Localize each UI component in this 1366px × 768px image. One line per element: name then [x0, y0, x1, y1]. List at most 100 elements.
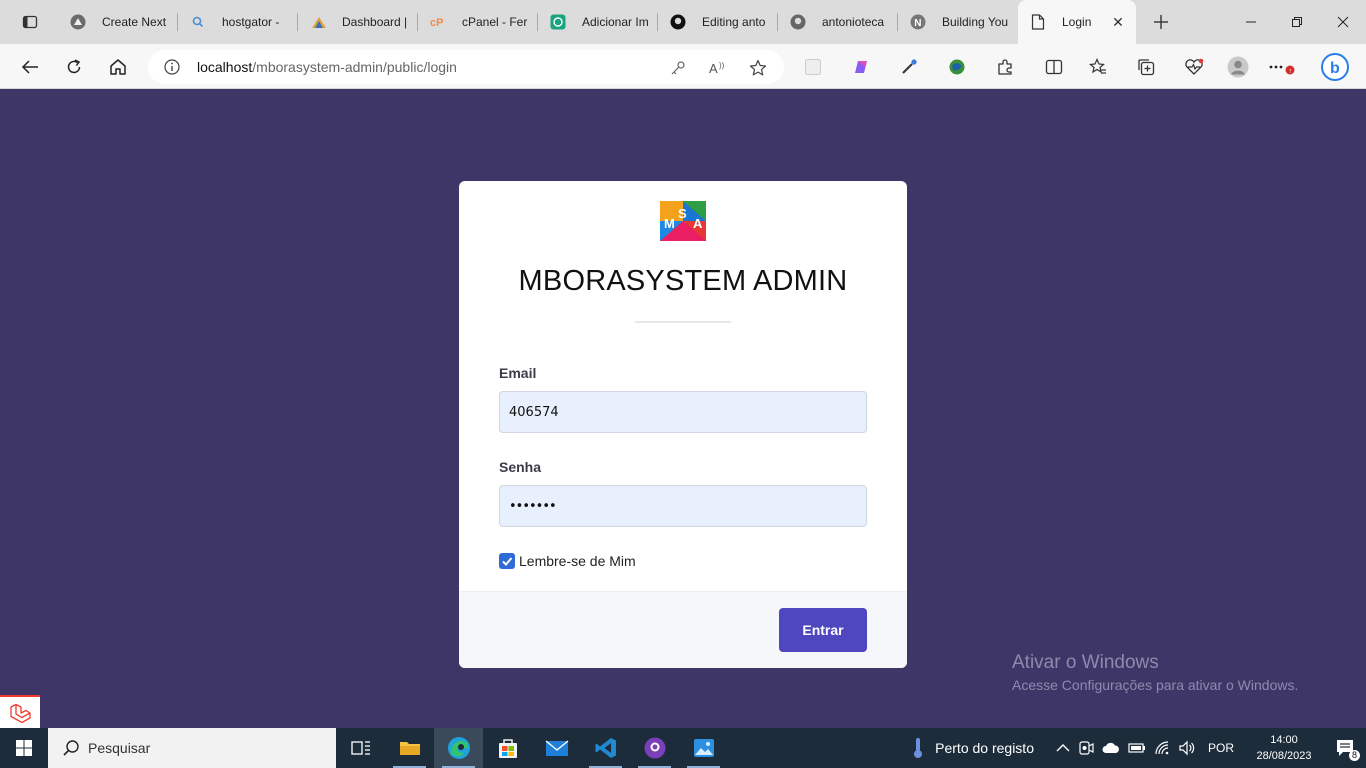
read-aloud-button[interactable]: A))	[706, 58, 730, 78]
restore-icon	[1292, 17, 1302, 27]
login-title: MBORASYSTEM ADMIN	[518, 265, 848, 297]
bing-icon: b	[1321, 53, 1349, 81]
mail-button[interactable]	[532, 728, 581, 768]
svg-text:)): ))	[719, 61, 725, 70]
svg-text:b: b	[1330, 60, 1340, 77]
tab-building[interactable]: N Building You	[898, 0, 1018, 44]
logo-letter-m: M	[664, 216, 675, 231]
clock[interactable]: 14:00 28/08/2023	[1248, 732, 1320, 764]
task-view-button[interactable]	[336, 728, 385, 768]
restore-button[interactable]	[1274, 0, 1320, 44]
tab-actions-button[interactable]	[8, 8, 52, 36]
input-language[interactable]: POR	[1208, 741, 1234, 755]
svg-text:N: N	[914, 18, 921, 29]
extension-blank-button[interactable]	[797, 52, 829, 82]
tab-cpanel[interactable]: cP cPanel - Fer	[418, 0, 538, 44]
new-tab-button[interactable]	[1146, 8, 1176, 36]
github-icon	[670, 14, 686, 30]
settings-menu-button[interactable]: ↑	[1266, 52, 1298, 82]
globe-extension-button[interactable]	[941, 52, 973, 82]
title-divider	[635, 321, 731, 323]
home-button[interactable]	[102, 52, 134, 82]
email-field[interactable]: 406574	[499, 391, 867, 433]
minimize-button[interactable]	[1228, 0, 1274, 44]
tab-title: hostgator -	[222, 15, 280, 29]
back-button[interactable]	[14, 52, 46, 82]
start-button[interactable]	[0, 728, 48, 768]
url-path: /mborasystem-admin/public/login	[252, 59, 457, 75]
edge-taskbar-button[interactable]	[434, 728, 483, 768]
tab-login[interactable]: Login ✕	[1018, 0, 1136, 44]
tab-adicionar[interactable]: Adicionar Im	[538, 0, 658, 44]
extensions-button[interactable]	[989, 52, 1021, 82]
network-button[interactable]	[1154, 740, 1170, 756]
read-aloud-icon: A))	[709, 61, 725, 76]
extension-purple-button[interactable]	[845, 52, 877, 82]
favorites-star-icon	[1089, 58, 1106, 74]
close-window-button[interactable]	[1320, 0, 1366, 44]
refresh-icon	[67, 59, 81, 74]
remember-checkbox[interactable]	[499, 553, 515, 569]
file-explorer-button[interactable]	[385, 728, 434, 768]
refresh-button[interactable]	[58, 52, 90, 82]
tab-editing[interactable]: Editing anto	[658, 0, 778, 44]
close-tab-icon[interactable]: ✕	[1108, 14, 1128, 31]
tab-hostgator[interactable]: hostgator -	[178, 0, 298, 44]
dashboard-icon	[310, 14, 326, 30]
photos-button[interactable]	[679, 728, 728, 768]
battery-button[interactable]	[1128, 742, 1146, 754]
thermometer-icon	[914, 738, 923, 758]
logo-letter-a: A	[693, 216, 703, 231]
clock-date: 28/08/2023	[1256, 750, 1312, 762]
volume-button[interactable]	[1178, 740, 1196, 756]
github-icon	[790, 14, 806, 30]
notification-center-button[interactable]: 8	[1326, 728, 1366, 768]
taskbar-apps	[336, 728, 728, 768]
taskbar-search-box[interactable]: Pesquisar	[48, 728, 336, 768]
favorite-button[interactable]	[746, 58, 770, 78]
laravel-debugbar-button[interactable]	[0, 695, 40, 728]
logo-letter-s: S	[678, 206, 687, 221]
browser-toolbar: localhost/mborasystem-admin/public/login…	[0, 44, 1366, 89]
globe-icon	[949, 59, 965, 75]
search-icon	[63, 740, 79, 756]
meet-now-button[interactable]	[1078, 740, 1094, 756]
profile-button[interactable]	[1222, 52, 1254, 82]
weather-widget[interactable]: Perto do registo	[911, 737, 1034, 759]
remember-label: Lembre-se de Mim	[519, 553, 636, 569]
onedrive-button[interactable]	[1102, 742, 1120, 754]
vscode-button[interactable]	[581, 728, 630, 768]
tab-create-next[interactable]: Create Next	[58, 0, 178, 44]
system-tray: Perto do registo POR 14:00 28/08/2023 8	[911, 728, 1366, 768]
github-desktop-button[interactable]	[630, 728, 679, 768]
heart-pulse-icon	[1185, 58, 1204, 75]
collections-button[interactable]	[1130, 52, 1162, 82]
login-page: M S A MBORASYSTEM ADMIN Email 406574 Sen…	[0, 89, 1366, 728]
bing-chat-button[interactable]: b	[1318, 52, 1352, 82]
collections-icon	[1138, 59, 1155, 76]
extension-purple-icon	[855, 61, 867, 73]
browser-essentials-button[interactable]	[1178, 52, 1210, 82]
search-placeholder: Pesquisar	[88, 740, 151, 756]
info-icon[interactable]	[164, 59, 180, 75]
plus-icon	[1154, 15, 1168, 29]
page-icon	[1030, 14, 1046, 30]
split-screen-button[interactable]	[1038, 52, 1070, 82]
minimize-icon	[1246, 21, 1256, 23]
windows-logo-icon	[16, 740, 32, 756]
color-picker-button[interactable]	[893, 52, 925, 82]
edge-icon	[447, 737, 470, 759]
tab-title: cPanel - Fer	[462, 15, 528, 29]
address-bar[interactable]: localhost/mborasystem-admin/public/login…	[148, 50, 784, 84]
password-field[interactable]: •••••••	[499, 485, 867, 527]
tab-antonioteca[interactable]: antonioteca	[778, 0, 898, 44]
tab-dashboard[interactable]: Dashboard |	[298, 0, 418, 44]
remember-me[interactable]: Lembre-se de Mim	[499, 553, 636, 569]
home-icon	[110, 59, 126, 75]
submit-button[interactable]: Entrar	[779, 608, 867, 652]
microsoft-store-button[interactable]	[483, 728, 532, 768]
favorites-button[interactable]	[1082, 52, 1114, 82]
show-hidden-icons-button[interactable]	[1056, 743, 1070, 753]
task-view-icon	[350, 741, 370, 755]
password-key-button[interactable]	[666, 58, 690, 78]
